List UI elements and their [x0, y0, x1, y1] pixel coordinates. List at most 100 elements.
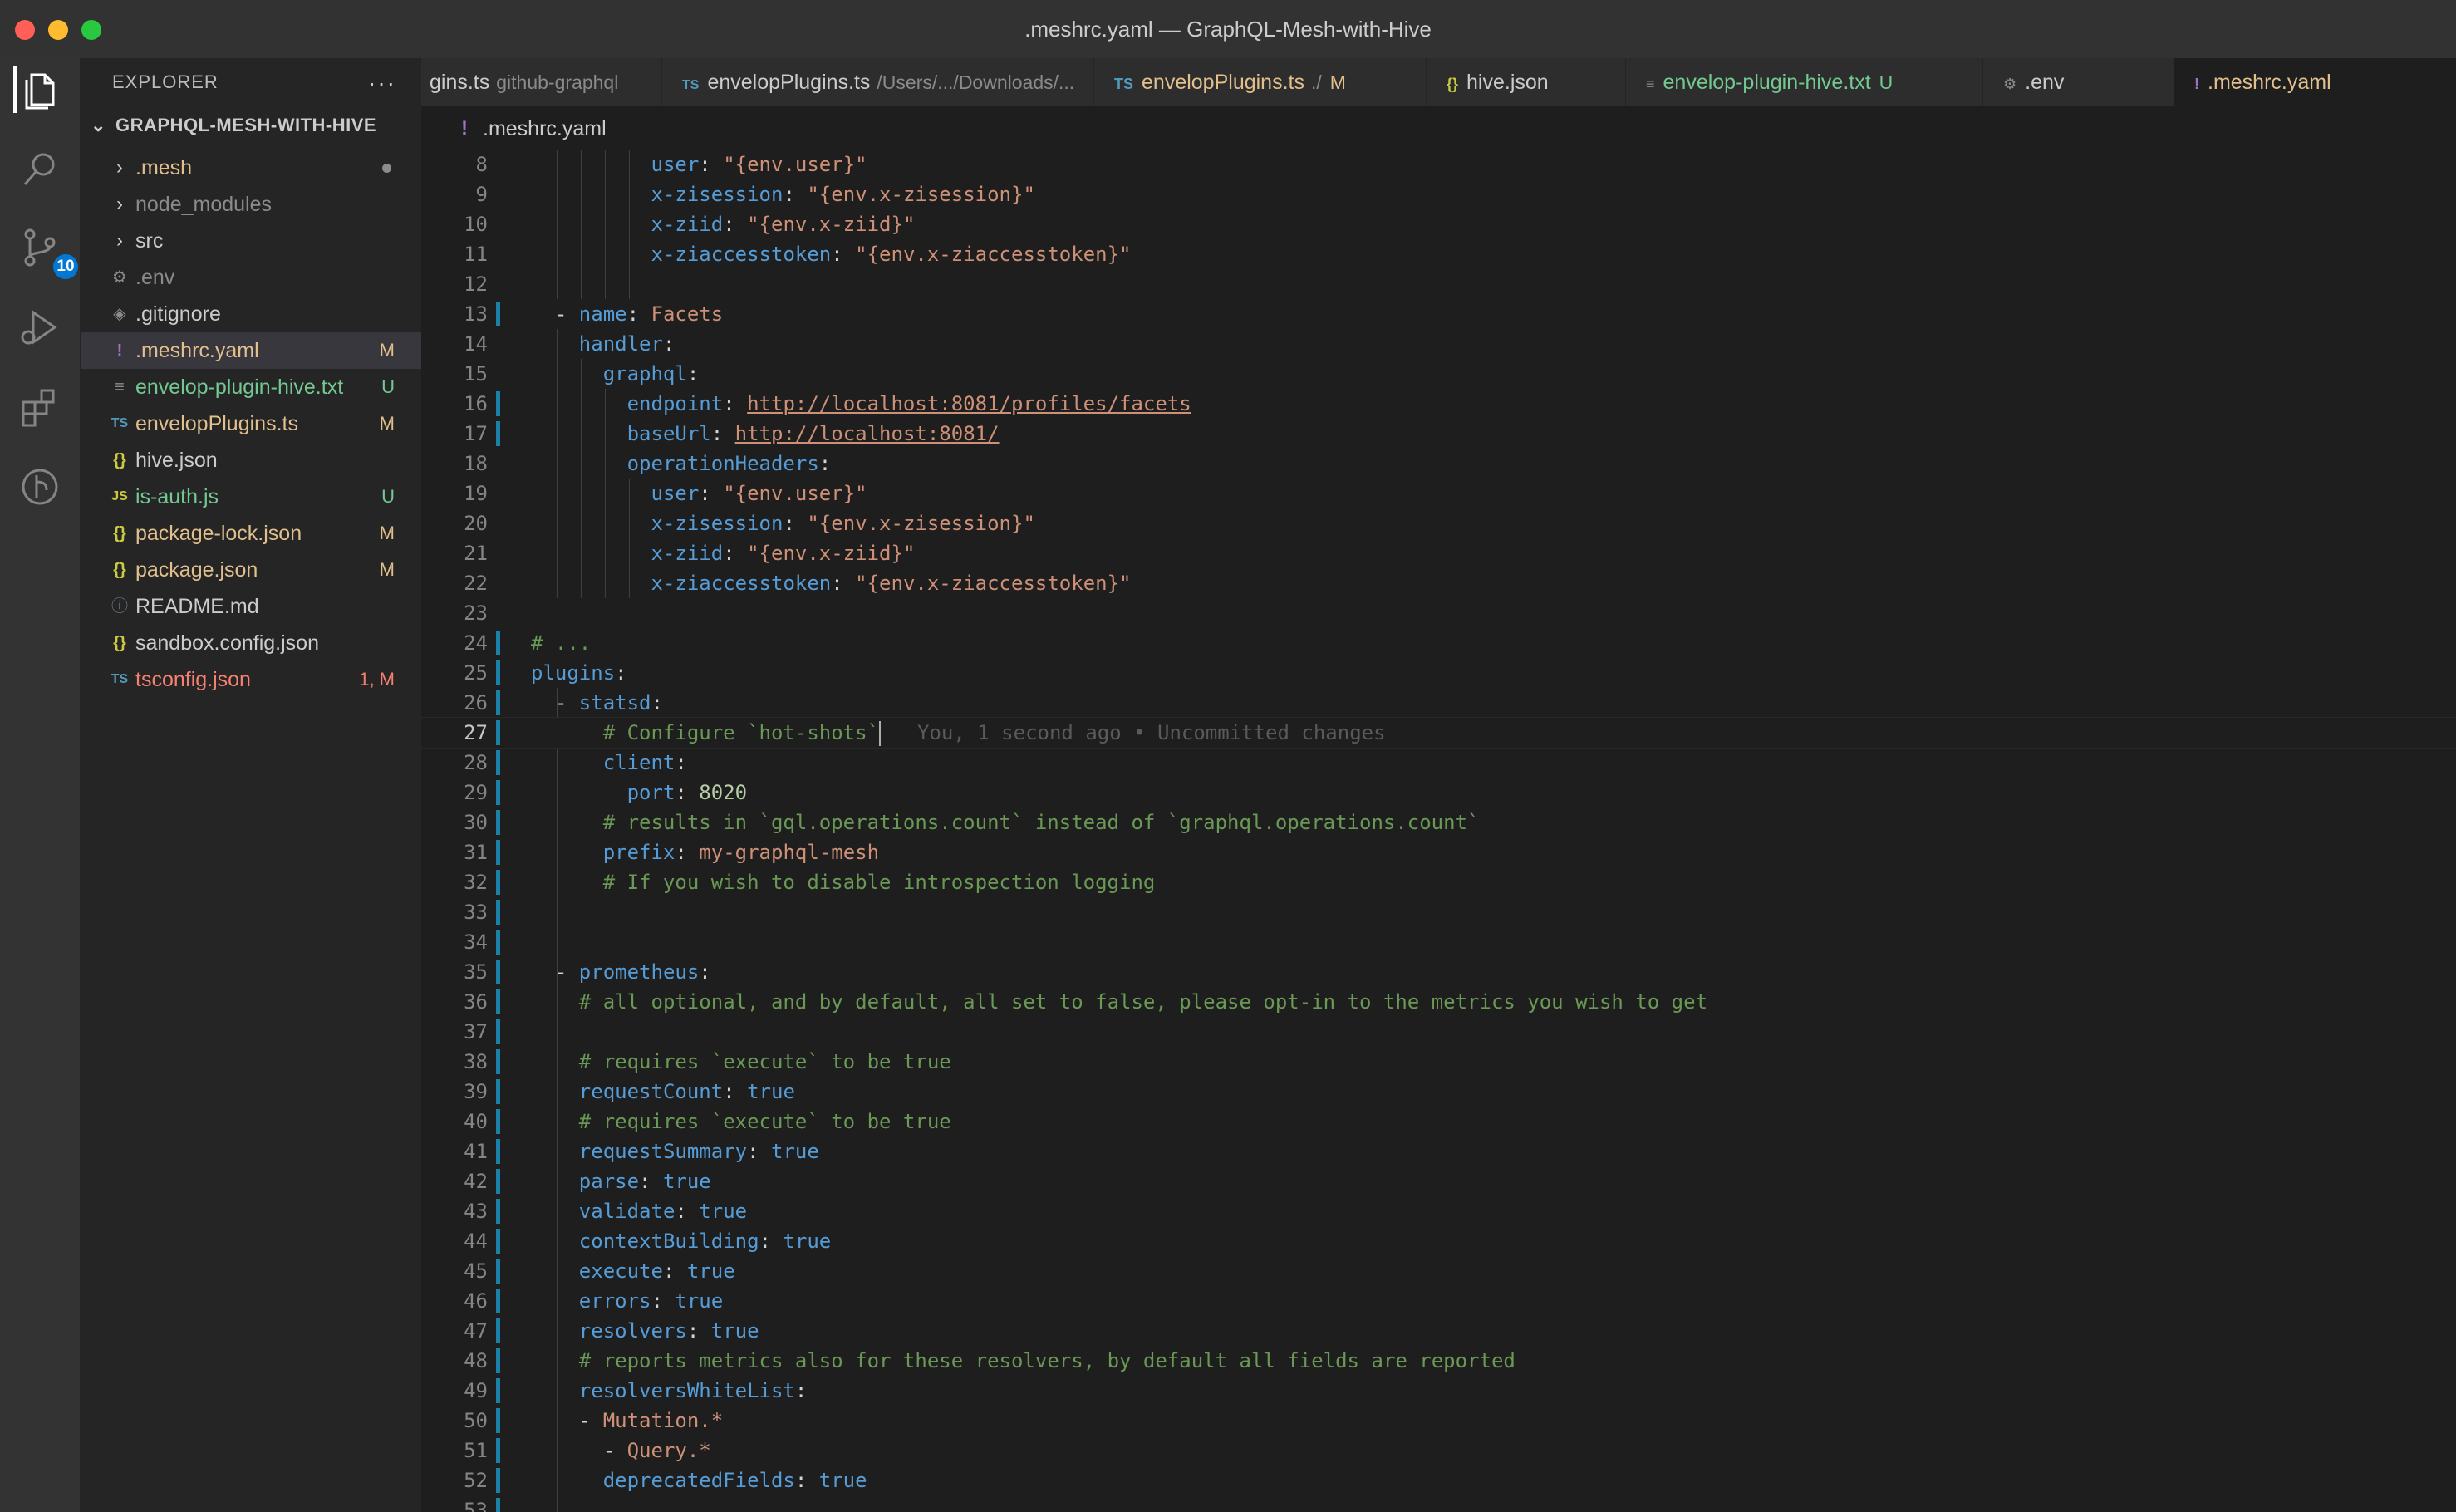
- code-line[interactable]: 29 port: 8020: [421, 778, 2456, 808]
- code-line[interactable]: 13 - name: Facets: [421, 299, 2456, 329]
- tab-envelopplugins-local[interactable]: TS envelopPlugins.ts ./M: [1094, 58, 1427, 106]
- code-line[interactable]: 36 # all optional, and by default, all se…: [421, 987, 2456, 1017]
- gutter-modified-marker[interactable]: [496, 900, 500, 925]
- gutter-modified-marker[interactable]: [496, 720, 500, 745]
- gutter-modified-marker[interactable]: [496, 1378, 500, 1403]
- code-line[interactable]: 47 resolvers: true: [421, 1316, 2456, 1346]
- tree-item-envelop-plugin-hive-txt[interactable]: ≡ envelop-plugin-hive.txt U: [81, 369, 421, 405]
- more-actions-icon[interactable]: ···: [368, 70, 396, 96]
- code-line[interactable]: 16 endpoint: http://localhost:8081/profil…: [421, 389, 2456, 419]
- gutter-modified-marker[interactable]: [496, 1408, 500, 1433]
- code-line[interactable]: 53: [421, 1495, 2456, 1512]
- tree-item-gitignore[interactable]: ◈ .gitignore: [81, 296, 421, 332]
- tree-item-node-modules[interactable]: › node_modules: [81, 186, 421, 223]
- gutter-modified-marker[interactable]: [496, 1079, 500, 1104]
- gutter-modified-marker[interactable]: [496, 690, 500, 715]
- gutter-modified-marker[interactable]: [496, 1348, 500, 1373]
- code-line[interactable]: 48 # reports metrics also for these resol…: [421, 1346, 2456, 1376]
- tree-item-hive-json[interactable]: {} hive.json: [81, 442, 421, 479]
- code-line[interactable]: 15 graphql:: [421, 359, 2456, 389]
- gutter-modified-marker[interactable]: [496, 1049, 500, 1074]
- code-line[interactable]: 8 user: "{env.user}": [421, 150, 2456, 179]
- gutter-modified-marker[interactable]: [496, 960, 500, 984]
- tree-item-meshrc-yaml[interactable]: ! .meshrc.yaml M: [81, 332, 421, 369]
- search-icon[interactable]: [17, 146, 63, 193]
- gutter-modified-marker[interactable]: [496, 1229, 500, 1254]
- gutter-modified-marker[interactable]: [496, 1109, 500, 1134]
- code-line[interactable]: 9 x-zisession: "{env.x-zisession}": [421, 179, 2456, 209]
- extensions-icon[interactable]: [17, 384, 63, 430]
- tree-item-package-json[interactable]: {} package.json M: [81, 552, 421, 588]
- code-line[interactable]: 40 # requires `execute` to be true: [421, 1107, 2456, 1136]
- tree-item-readme-md[interactable]: ⓘ README.md: [81, 588, 421, 625]
- code-line[interactable]: 11 x-ziaccesstoken: "{env.x-ziaccesstoken…: [421, 239, 2456, 269]
- code-line[interactable]: 49 resolversWhiteList:: [421, 1376, 2456, 1406]
- code-line[interactable]: 35 - prometheus:: [421, 957, 2456, 987]
- code-line[interactable]: 20 x-zisession: "{env.x-zisession}": [421, 508, 2456, 538]
- gutter-modified-marker[interactable]: [496, 780, 500, 805]
- code-editor[interactable]: 8 user: "{env.user}" 9 x-zisession: "{env.x…: [421, 150, 2456, 1512]
- code-line[interactable]: 45 execute: true: [421, 1256, 2456, 1286]
- tree-item-envelopplugins-ts[interactable]: TS envelopPlugins.ts M: [81, 405, 421, 442]
- code-line[interactable]: 50 - Mutation.*: [421, 1406, 2456, 1436]
- gutter-modified-marker[interactable]: [496, 1468, 500, 1493]
- code-line[interactable]: 27 # Configure `hot-shots` You, 1 second a…: [421, 717, 2456, 749]
- gutter-modified-marker[interactable]: [496, 1199, 500, 1224]
- source-control-icon[interactable]: 10: [17, 224, 78, 279]
- gutter-modified-marker[interactable]: [496, 302, 500, 326]
- code-line[interactable]: 42 parse: true: [421, 1166, 2456, 1196]
- code-line[interactable]: 43 validate: true: [421, 1196, 2456, 1226]
- gutter-modified-marker[interactable]: [496, 1139, 500, 1164]
- tab-env[interactable]: ⚙ .env: [1983, 58, 2174, 106]
- code-line[interactable]: 32 # If you wish to disable introspection…: [421, 867, 2456, 897]
- code-line[interactable]: 31 prefix: my-graphql-mesh: [421, 837, 2456, 867]
- gutter-modified-marker[interactable]: [496, 989, 500, 1014]
- code-line[interactable]: 52 deprecatedFields: true: [421, 1465, 2456, 1495]
- gutter-modified-marker[interactable]: [496, 1289, 500, 1313]
- explorer-icon[interactable]: [13, 66, 63, 113]
- code-line[interactable]: 24 # ...: [421, 628, 2456, 658]
- code-line[interactable]: 33: [421, 897, 2456, 927]
- gutter-modified-marker[interactable]: [496, 391, 500, 416]
- gutter-modified-marker[interactable]: [496, 421, 500, 446]
- gutter-modified-marker[interactable]: [496, 750, 500, 775]
- gutter-modified-marker[interactable]: [496, 930, 500, 955]
- tab-meshrc-yaml[interactable]: ! .meshrc.yaml: [2174, 58, 2456, 106]
- gutter-modified-marker[interactable]: [496, 1318, 500, 1343]
- tree-item-tsconfig-json[interactable]: TS tsconfig.json 1, M: [81, 661, 421, 698]
- code-line[interactable]: 25 plugins:: [421, 658, 2456, 688]
- code-line[interactable]: 28 client:: [421, 748, 2456, 778]
- code-line[interactable]: 26 - statsd:: [421, 688, 2456, 718]
- gutter-modified-marker[interactable]: [496, 631, 500, 655]
- tab-envelop-plugin-hive-txt[interactable]: ≡ envelop-plugin-hive.txt U: [1626, 58, 1983, 106]
- gutter-modified-marker[interactable]: [496, 840, 500, 865]
- code-line[interactable]: 12: [421, 269, 2456, 299]
- tree-item-sandbox-config-json[interactable]: {} sandbox.config.json: [81, 625, 421, 661]
- code-line[interactable]: 39 requestCount: true: [421, 1077, 2456, 1107]
- gutter-modified-marker[interactable]: [496, 1169, 500, 1194]
- code-line[interactable]: 46 errors: true: [421, 1286, 2456, 1316]
- gutter-modified-marker[interactable]: [496, 1438, 500, 1463]
- tab-envelopplugins-downloads[interactable]: TS envelopPlugins.ts/Users/.../Downloads/…: [662, 58, 1094, 106]
- project-folder[interactable]: ⌄ GRAPHQL-MESH-WITH-HIVE: [91, 115, 376, 136]
- tree-item-env[interactable]: ⚙ .env: [81, 259, 421, 296]
- code-line[interactable]: 21 x-ziid: "{env.x-ziid}": [421, 538, 2456, 568]
- git-graph-icon[interactable]: [17, 464, 63, 510]
- code-line[interactable]: 38 # requires `execute` to be true: [421, 1047, 2456, 1077]
- tree-item-mesh[interactable]: › .mesh: [81, 150, 421, 186]
- tree-item-src[interactable]: › src: [81, 223, 421, 259]
- tab-github-graphql-plugins[interactable]: gins.ts github-graphql: [421, 58, 662, 106]
- gutter-modified-marker[interactable]: [496, 1019, 500, 1044]
- breadcrumb-file[interactable]: .meshrc.yaml: [483, 106, 607, 151]
- gutter-modified-marker[interactable]: [496, 1498, 500, 1512]
- code-line[interactable]: 44 contextBuilding: true: [421, 1226, 2456, 1256]
- code-line[interactable]: 18 operationHeaders:: [421, 449, 2456, 479]
- gutter-modified-marker[interactable]: [496, 660, 500, 685]
- code-line[interactable]: 41 requestSummary: true: [421, 1136, 2456, 1166]
- run-debug-icon[interactable]: [17, 304, 63, 351]
- code-line[interactable]: 37: [421, 1017, 2456, 1047]
- code-line[interactable]: 30 # results in `gql.operations.count` in…: [421, 808, 2456, 837]
- code-line[interactable]: 34: [421, 927, 2456, 957]
- code-line[interactable]: 14 handler:: [421, 329, 2456, 359]
- code-line[interactable]: 22 x-ziaccesstoken: "{env.x-ziaccesstoken…: [421, 568, 2456, 598]
